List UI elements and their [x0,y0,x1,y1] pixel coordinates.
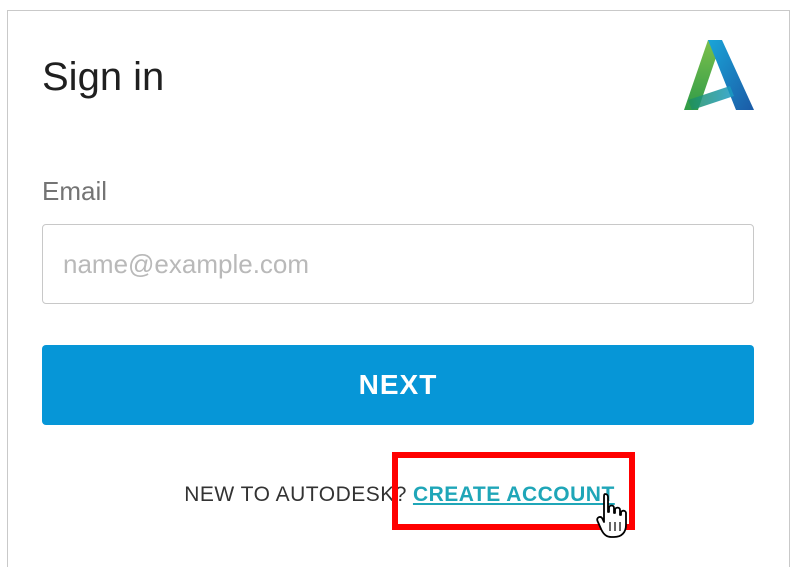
email-field[interactable] [42,224,754,304]
screen: Sign in Email name@example.com NEXT NEW … [0,0,791,567]
new-user-prompt: NEW TO AUTODESK? [184,483,407,506]
create-account-row: NEW TO AUTODESK? CREATE ACCOUNT [8,481,791,509]
create-account-link[interactable]: CREATE ACCOUNT [413,483,615,506]
signin-card: Sign in Email name@example.com NEXT NEW … [7,10,790,567]
email-label: Email [42,176,108,206]
next-button[interactable]: NEXT [42,345,754,425]
page-title: Sign in [42,55,165,99]
autodesk-logo-icon [684,40,754,110]
